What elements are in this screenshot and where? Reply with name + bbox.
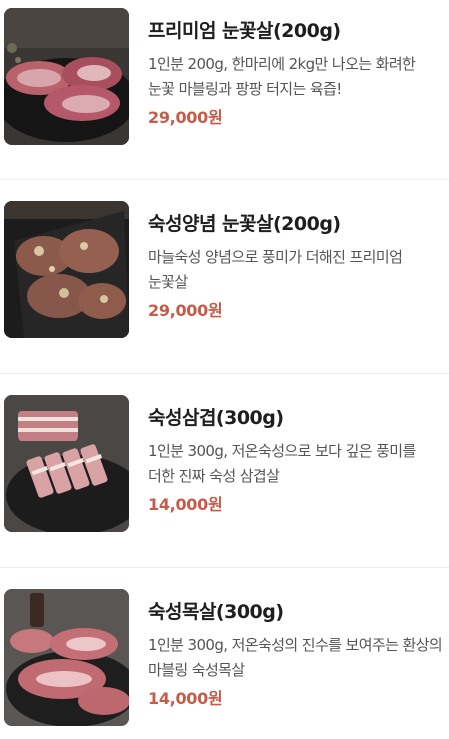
marinated-beef-graphic (4, 201, 129, 338)
product-description: 마늘숙성 양념으로 풍미가 더해진 프리미엄 눈꽃살 (148, 248, 403, 291)
product-name[interactable]: 숙성양념 눈꽃살(200g) (148, 209, 443, 239)
pork-belly-graphic (4, 395, 129, 532)
product-card-premium-snowflake[interactable]: 프리미엄 눈꽃살(200g) 1인분 200g, 한마리에 2kg만 나오는 화… (0, 8, 449, 158)
marinated-beef-image[interactable] (4, 201, 129, 338)
beef-snowflake-graphic (4, 8, 129, 145)
product-price: 14,000원 (148, 495, 223, 514)
product-info: 숙성양념 눈꽃살(200g) 마늘숙성 양념으로 풍미가 더해진 프리미엄 눈꽃… (148, 201, 443, 323)
product-name[interactable]: 숙성삼겹(300g) (148, 403, 443, 433)
pork-neck-image[interactable] (4, 589, 129, 726)
product-price: 14,000원 (148, 689, 223, 708)
product-card-marinated-snowflake[interactable]: 숙성양념 눈꽃살(200g) 마늘숙성 양념으로 풍미가 더해진 프리미엄 눈꽃… (0, 179, 449, 351)
product-card-aged-pork-belly[interactable]: 숙성삼겹(300g) 1인분 300g, 저온숙성으로 보다 깊은 풍미를 더한… (0, 373, 449, 545)
product-description: 1인분 200g, 한마리에 2kg만 나오는 화려한 눈꽃 마블링과 팡팡 터… (148, 55, 416, 98)
beef-snowflake-image[interactable] (4, 8, 129, 145)
product-description: 1인분 300g, 저온숙성으로 보다 깊은 풍미를 더한 진짜 숙성 삼겹살 (148, 442, 416, 485)
product-info: 숙성삼겹(300g) 1인분 300g, 저온숙성으로 보다 깊은 풍미를 더한… (148, 395, 443, 517)
pork-belly-image[interactable] (4, 395, 129, 532)
product-description: 1인분 300g, 저온숙성의 진수를 보여주는 환상의 마블링 숙성목살 (148, 636, 443, 679)
product-name[interactable]: 프리미엄 눈꽃살(200g) (148, 16, 443, 46)
product-info: 프리미엄 눈꽃살(200g) 1인분 200g, 한마리에 2kg만 나오는 화… (148, 8, 443, 130)
product-name[interactable]: 숙성목살(300g) (148, 597, 443, 627)
pork-neck-graphic (4, 589, 129, 726)
product-price: 29,000원 (148, 301, 223, 320)
product-list: 프리미엄 눈꽃살(200g) 1인분 200g, 한마리에 2kg만 나오는 화… (0, 0, 449, 733)
product-price: 29,000원 (148, 108, 223, 127)
product-card-aged-pork-neck[interactable]: 숙성목살(300g) 1인분 300g, 저온숙성의 진수를 보여주는 환상의 … (0, 567, 449, 739)
product-info: 숙성목살(300g) 1인분 300g, 저온숙성의 진수를 보여주는 환상의 … (148, 589, 443, 711)
